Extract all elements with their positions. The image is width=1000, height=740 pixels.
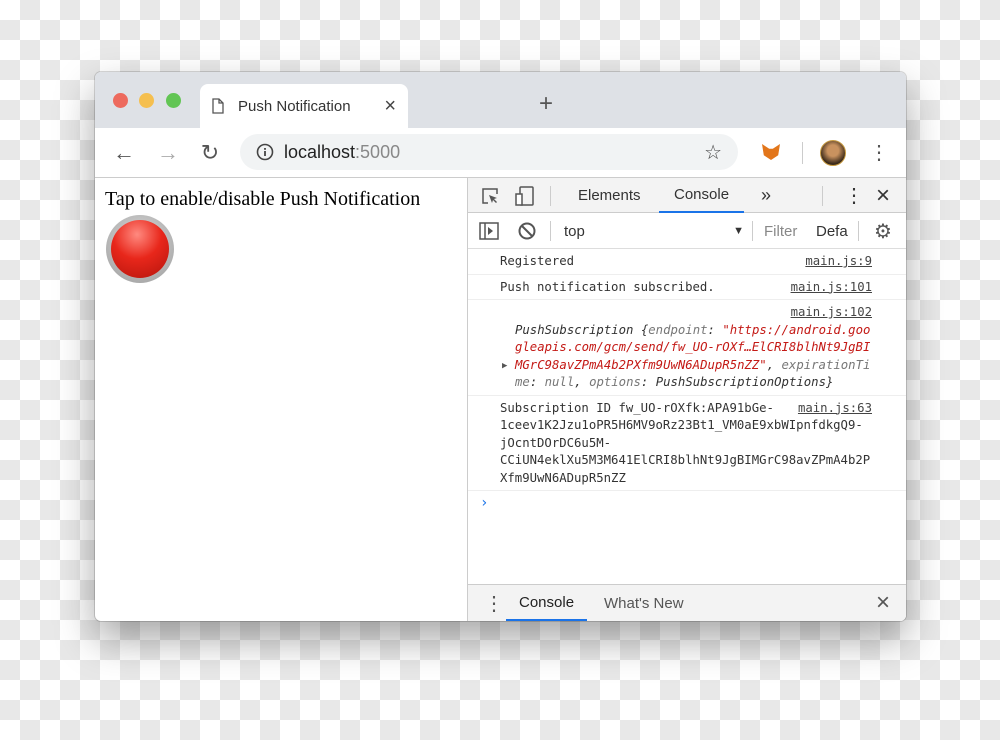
log-levels-dropdown[interactable]: Defa (816, 213, 848, 249)
back-button[interactable]: ← (107, 140, 141, 166)
url-port: :5000 (355, 141, 401, 162)
console-message: main.js:9 Registered (468, 249, 906, 275)
devtools-drawer: ⋮ Console What's New × (468, 584, 906, 621)
reload-button[interactable]: ↻ (193, 140, 227, 166)
clear-console-icon[interactable] (518, 213, 536, 249)
device-toolbar-icon[interactable] (514, 178, 536, 213)
close-window-button[interactable] (113, 93, 128, 108)
source-link[interactable]: main.js:9 (805, 253, 872, 271)
message-text: Registered (500, 254, 575, 268)
bookmark-star-icon[interactable]: ☆ (704, 140, 722, 165)
browser-window: Push Notification × + ← → ↻ localhost:50… (95, 72, 906, 621)
source-link[interactable]: main.js:101 (791, 279, 872, 297)
filter-input[interactable]: Filter (758, 218, 804, 244)
devtools-menu-button[interactable]: ⋮ (844, 178, 864, 213)
page-icon (212, 98, 224, 114)
context-selector[interactable]: top ▼ (564, 213, 744, 249)
tab-strip: Push Notification × + (95, 72, 906, 128)
tab-close-icon[interactable]: × (384, 95, 396, 118)
context-value: top (564, 222, 585, 240)
info-icon (256, 143, 274, 161)
drawer-tab-console[interactable]: Console (506, 585, 588, 621)
tab-elements[interactable]: Elements (576, 178, 643, 213)
console-prompt[interactable]: › (468, 491, 906, 517)
url-host: localhost (284, 141, 356, 162)
forward-button[interactable]: → (151, 140, 185, 166)
drawer-close-button[interactable]: × (876, 585, 890, 621)
console-message: main.js:63 Subscription ID fw_UO-rOXfk:AP… (468, 396, 906, 491)
more-tabs-button[interactable]: » (761, 178, 771, 213)
tab-title: Push Notification (238, 97, 351, 115)
dropdown-arrow-icon: ▼ (733, 225, 744, 237)
devtools-close-button[interactable]: × (876, 178, 890, 213)
minimize-window-button[interactable] (139, 93, 154, 108)
expand-triangle-icon[interactable]: ▶ (502, 358, 507, 376)
drawer-menu-button[interactable]: ⋮ (484, 585, 504, 621)
browser-menu-button[interactable]: ⋮ (869, 140, 889, 165)
source-link[interactable]: main.js:63 (798, 400, 872, 418)
console-message-object: main.js:102 ▶ PushSubscription {endpoint… (468, 300, 906, 396)
profile-avatar[interactable] (820, 140, 846, 166)
page-content: Tap to enable/disable Push Notification (95, 178, 467, 621)
console-settings-gear-icon[interactable]: ⚙ (874, 213, 892, 249)
page-instruction: Tap to enable/disable Push Notification (105, 188, 421, 210)
devtools-panel: Elements Console » ⋮ × top ▼ Filter Defa … (467, 178, 906, 621)
devtools-tabbar: Elements Console » ⋮ × (468, 178, 906, 213)
metamask-extension-icon[interactable] (762, 144, 780, 160)
tab-console[interactable]: Console (659, 178, 745, 213)
inspect-element-icon[interactable] (480, 178, 500, 213)
drawer-tab-whats-new[interactable]: What's New (604, 585, 684, 621)
object-preview[interactable]: PushSubscription {endpoint: "https://and… (515, 322, 872, 392)
maximize-window-button[interactable] (166, 93, 181, 108)
new-tab-button[interactable]: + (539, 90, 553, 118)
browser-tab[interactable]: Push Notification × (200, 84, 408, 128)
console-messages: main.js:9 Registered main.js:101 Push noti… (468, 249, 906, 517)
console-toolbar: top ▼ Filter Defa ⚙ (468, 213, 906, 249)
push-toggle-button[interactable] (106, 215, 174, 283)
browser-toolbar: ← → ↻ localhost:5000 ☆ ⋮ (95, 128, 906, 178)
console-message: main.js:101 Push notification subscribed. (468, 275, 906, 300)
source-link[interactable]: main.js:102 (791, 305, 872, 319)
message-text: Push notification subscribed. (500, 279, 715, 294)
address-bar[interactable]: localhost:5000 ☆ (240, 134, 738, 170)
sidebar-toggle-icon[interactable] (479, 213, 499, 249)
